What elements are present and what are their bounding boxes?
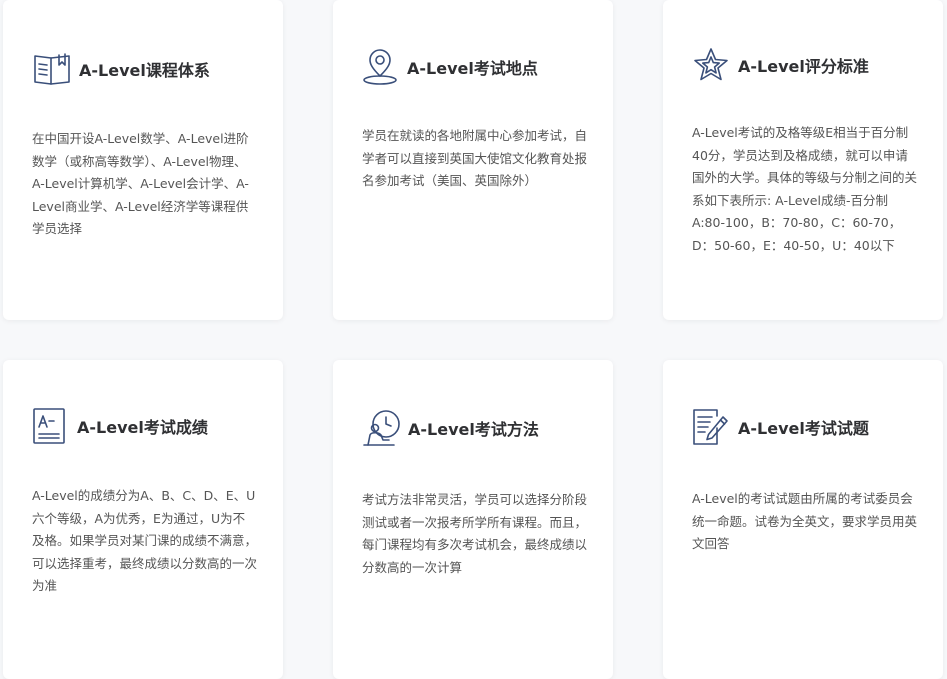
card-title: A-Level课程体系 — [79, 61, 210, 80]
card-course-system: A-Level课程体系 在中国开设A-Level数学、A-Level进阶数学（或… — [3, 0, 283, 320]
card-description: 学员在就读的各地附属中心参加考试，自学者可以直接到英国大使馆文化教育处报名参加考… — [362, 128, 588, 188]
card-description: 考试方法非常灵活，学员可以选择分阶段测试或者一次报考所学所有课程。而且，每门课程… — [362, 492, 588, 575]
card-grading-standard: A-Level评分标准 A-Level考试的及格等级E相当于百分制40分，学员达… — [663, 0, 943, 320]
card-title: A-Level考试方法 — [408, 420, 539, 439]
card-exam-method: A-Level考试方法 考试方法非常灵活，学员可以选择分阶段测试或者一次报考所学… — [333, 360, 613, 679]
card-description: A-Level的考试试题由所属的考试委员会统一命题。试卷为全英文，要求学员用英文… — [692, 491, 918, 551]
star-icon — [692, 46, 730, 84]
card-exam-location: A-Level考试地点 学员在就读的各地附属中心参加考试，自学者可以直接到英国大… — [333, 0, 613, 320]
book-icon — [33, 50, 71, 88]
card-exam-results: A-Level考试成绩 A-Level的成绩分为A、B、C、D、E、U六个等级，… — [3, 360, 283, 679]
card-title: A-Level考试成绩 — [77, 418, 208, 437]
card-description: A-Level考试的及格等级E相当于百分制40分，学员达到及格成绩，就可以申请国… — [692, 125, 918, 253]
card-title: A-Level考试试题 — [738, 419, 869, 438]
location-pin-icon — [361, 48, 399, 86]
card-description: A-Level的成绩分为A、B、C、D、E、U六个等级，A为优秀，E为通过，U为… — [32, 488, 258, 593]
card-description: 在中国开设A-Level数学、A-Level进阶数学（或称高等数学）、A-Lev… — [32, 131, 249, 236]
card-exam-questions: A-Level考试试题 A-Level的考试试题由所属的考试委员会统一命题。试卷… — [663, 360, 943, 679]
student-clock-icon — [362, 409, 400, 447]
grade-sheet-icon — [31, 407, 69, 445]
card-title: A-Level考试地点 — [407, 59, 538, 78]
card-title: A-Level评分标准 — [738, 57, 869, 76]
exam-paper-pen-icon — [692, 408, 730, 446]
